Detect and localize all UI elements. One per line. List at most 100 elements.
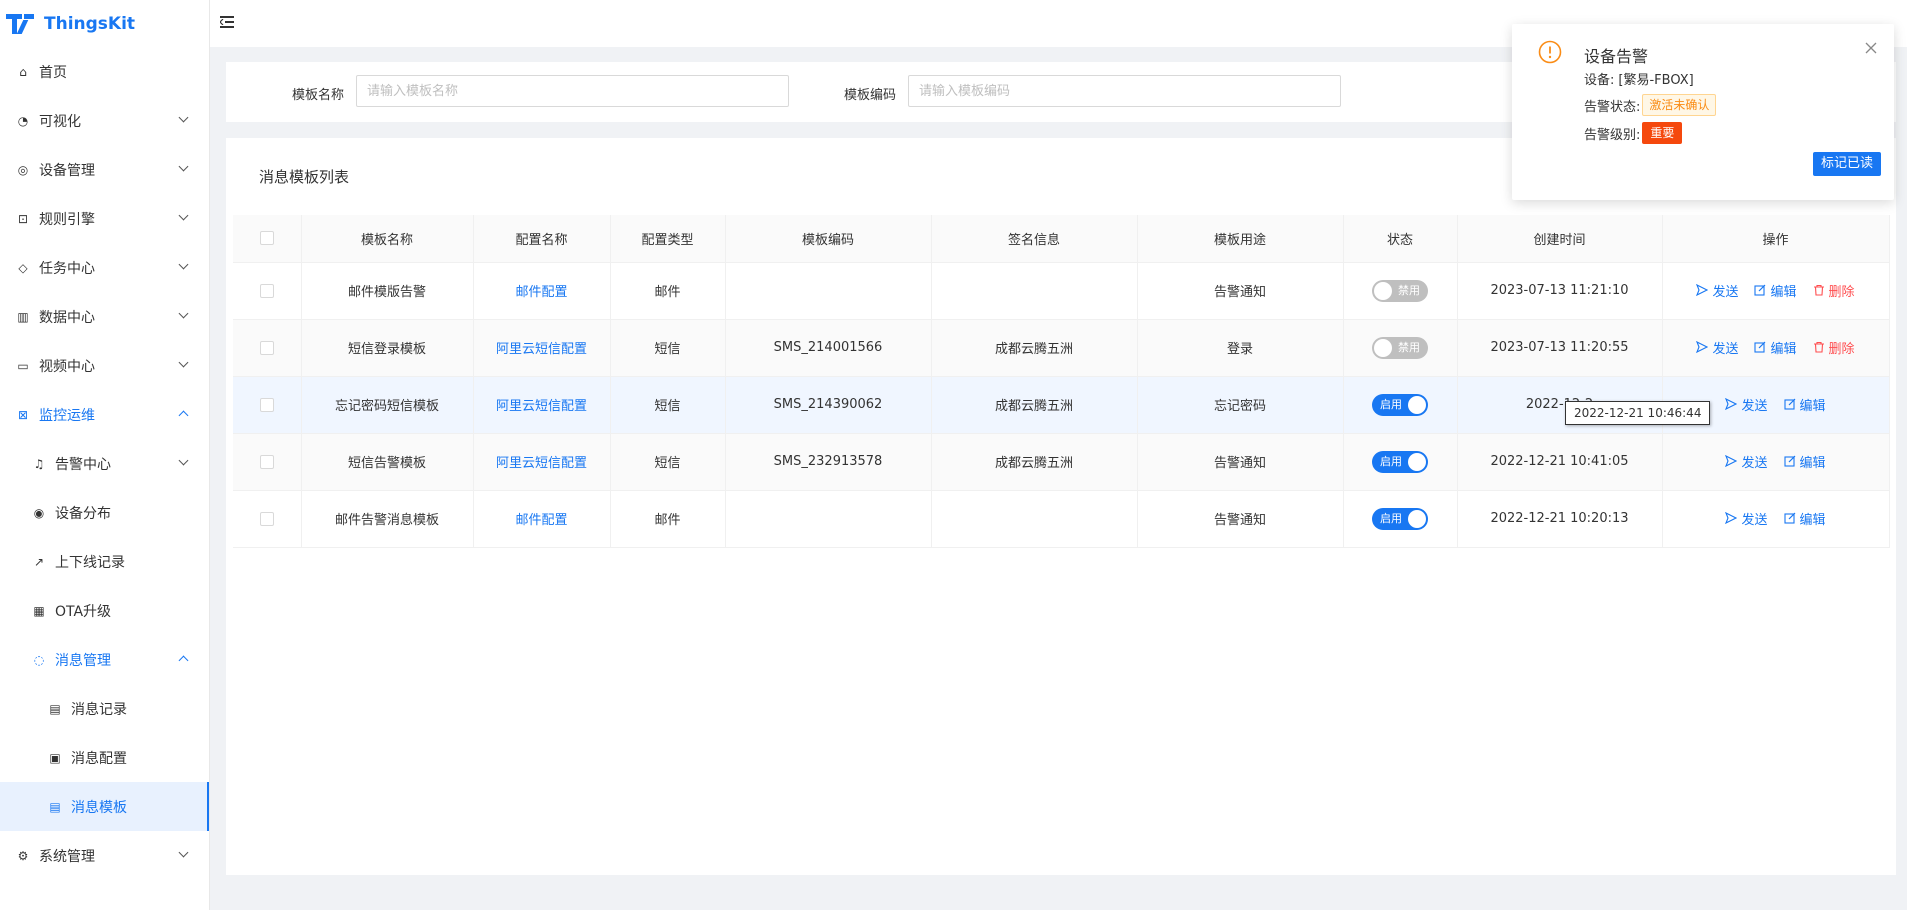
sidebar-item-1[interactable]: ⌂ 首页 [0,47,209,96]
send-action[interactable]: 发送 [1725,395,1768,414]
device-label: 设备: [1584,73,1615,88]
edit-action[interactable]: 编辑 [1754,281,1797,300]
send-action[interactable]: 发送 [1725,452,1768,471]
edit-icon [1754,284,1770,296]
table-row[interactable]: 短信告警模板 阿里云短信配置 短信 SMS_232913578 成都云腾五洲 告警通知 启用… [233,433,1890,491]
sidebar-item-10[interactable]: ◉ 设备分布 [0,488,209,537]
cell-actions: 发送 编辑 删除 [1662,262,1890,320]
cell-created-time: 2022-12-21 10:20:13 [1457,490,1663,548]
sidebar-item-label: 视频中心 [39,358,95,375]
warning-circle-icon [1538,40,1562,64]
sidebar-item-3[interactable]: ◎ 设备管理 [0,145,209,194]
edit-action[interactable]: 编辑 [1783,452,1826,471]
select-all-checkbox[interactable] [259,231,274,246]
delete-action[interactable]: 删除 [1813,281,1855,300]
row-select-cell[interactable] [233,376,302,434]
row-checkbox[interactable] [259,397,274,412]
mark-read-button[interactable]: 标记已读 [1812,152,1881,176]
status-switch[interactable]: 禁用 [1372,279,1428,302]
cell-config-type: 短信 [610,376,726,434]
chevron-down-icon [178,161,189,172]
sidebar-item-label: 消息配置 [71,750,127,767]
config-name-link[interactable]: 邮件配置 [515,513,567,528]
cell-config-type: 短信 [610,319,726,377]
logo[interactable]: ThingsKit [0,0,209,47]
table-row[interactable]: 短信登录模板 阿里云短信配置 短信 SMS_214001566 成都云腾五洲 登录 禁用 20… [233,319,1890,377]
trend-icon: ↗ [33,554,45,569]
sidebar-item-label: 消息模板 [71,799,127,816]
template-code-input[interactable] [908,75,1341,107]
status-switch[interactable]: 启用 [1372,507,1428,530]
header-col-template-name: 模板名称 [301,215,474,263]
close-icon[interactable] [1864,41,1878,55]
sidebar-item-4[interactable]: ⊡ 规则引擎 [0,194,209,243]
cell-created-time: 2022-12-21 10:41:05 [1457,433,1663,491]
row-checkbox[interactable] [259,511,274,526]
file-icon: ▤ [49,701,61,716]
home-icon: ⌂ [19,64,27,79]
row-checkbox[interactable] [259,340,274,355]
sidebar-item-5[interactable]: ◇ 任务中心 [0,243,209,292]
sidebar-item-2[interactable]: ◔ 可视化 [0,96,209,145]
send-icon [1725,398,1741,411]
row-checkbox[interactable] [259,454,274,469]
status-switch[interactable]: 启用 [1372,393,1428,416]
edit-action[interactable]: 编辑 [1783,509,1826,528]
table-row[interactable]: 邮件模版告警 邮件配置 邮件 告警通知 禁用 2023-07-13 11:21:10 发送 编… [233,262,1890,320]
sidebar-item-label: 任务中心 [39,260,95,277]
status-switch[interactable]: 启用 [1372,450,1428,473]
config-name-link[interactable]: 阿里云短信配置 [496,399,587,414]
edit-icon [1783,398,1800,410]
row-checkbox[interactable] [259,283,274,298]
config-name-link[interactable]: 邮件配置 [515,285,567,300]
cell-config-name: 阿里云短信配置 [473,319,611,377]
config-name-link[interactable]: 阿里云短信配置 [496,342,587,357]
sidebar-item-6[interactable]: ▥ 数据中心 [0,292,209,341]
send-action[interactable]: 发送 [1696,338,1738,357]
sidebar-item-14[interactable]: ▤ 消息记录 [0,684,209,733]
send-action[interactable]: 发送 [1725,509,1768,528]
sidebar-item-15[interactable]: ▣ 消息配置 [0,733,209,782]
sidebar-item-11[interactable]: ↗ 上下线记录 [0,537,209,586]
table-row[interactable]: 邮件告警消息模板 邮件配置 邮件 告警通知 启用 2022-12-21 10:20:13 发… [233,490,1890,548]
action-label: 发送 [1712,341,1739,357]
status-switch-label: 启用 [1380,511,1402,525]
template-icon: ▤ [49,799,61,814]
action-label: 编辑 [1799,398,1826,414]
config-icon: ▣ [49,750,61,765]
status-switch[interactable]: 禁用 [1372,336,1428,359]
send-action[interactable]: 发送 [1696,281,1738,300]
alarm-status-label: 告警状态: [1584,99,1641,115]
sidebar-item-17[interactable]: ⚙ 系统管理 [0,831,209,880]
edit-action[interactable]: 编辑 [1783,395,1826,414]
status-switch-label: 启用 [1380,397,1402,411]
row-select-cell[interactable] [233,433,302,491]
alarm-icon: ♫ [33,456,45,471]
header-col-usage: 模板用途 [1137,215,1344,263]
template-name-input[interactable] [356,75,789,107]
sidebar-item-16[interactable]: ▤ 消息模板 [0,782,209,831]
row-select-cell[interactable] [233,262,302,320]
sidebar-item-8[interactable]: ⊠ 监控运维 [0,390,209,439]
menu-fold-icon[interactable] [220,16,234,28]
notification-title: 设备告警 [1584,47,1649,66]
action-label: 发送 [1741,398,1768,414]
sidebar-item-12[interactable]: ▦ OTA升级 [0,586,209,635]
table-title: 消息模板列表 [259,168,350,186]
row-select-cell[interactable] [233,490,302,548]
row-select-cell[interactable] [233,319,302,377]
switch-knob [1408,452,1426,471]
edit-action[interactable]: 编辑 [1754,338,1797,357]
switch-knob [1408,395,1426,414]
delete-action[interactable]: 删除 [1813,338,1855,357]
alarm-status-tag: 激活未确认 [1642,94,1717,116]
ota-icon: ▦ [33,603,45,618]
sidebar-item-7[interactable]: ▭ 视频中心 [0,341,209,390]
cell-template-name: 忘记密码短信模板 [301,376,474,434]
header-select-all[interactable] [233,215,302,263]
cell-template-name: 短信告警模板 [301,433,474,491]
sidebar-item-13[interactable]: ◌ 消息管理 [0,635,209,684]
cell-template-code: SMS_232913578 [725,433,932,491]
config-name-link[interactable]: 阿里云短信配置 [496,456,587,471]
sidebar-item-9[interactable]: ♫ 告警中心 [0,439,209,488]
